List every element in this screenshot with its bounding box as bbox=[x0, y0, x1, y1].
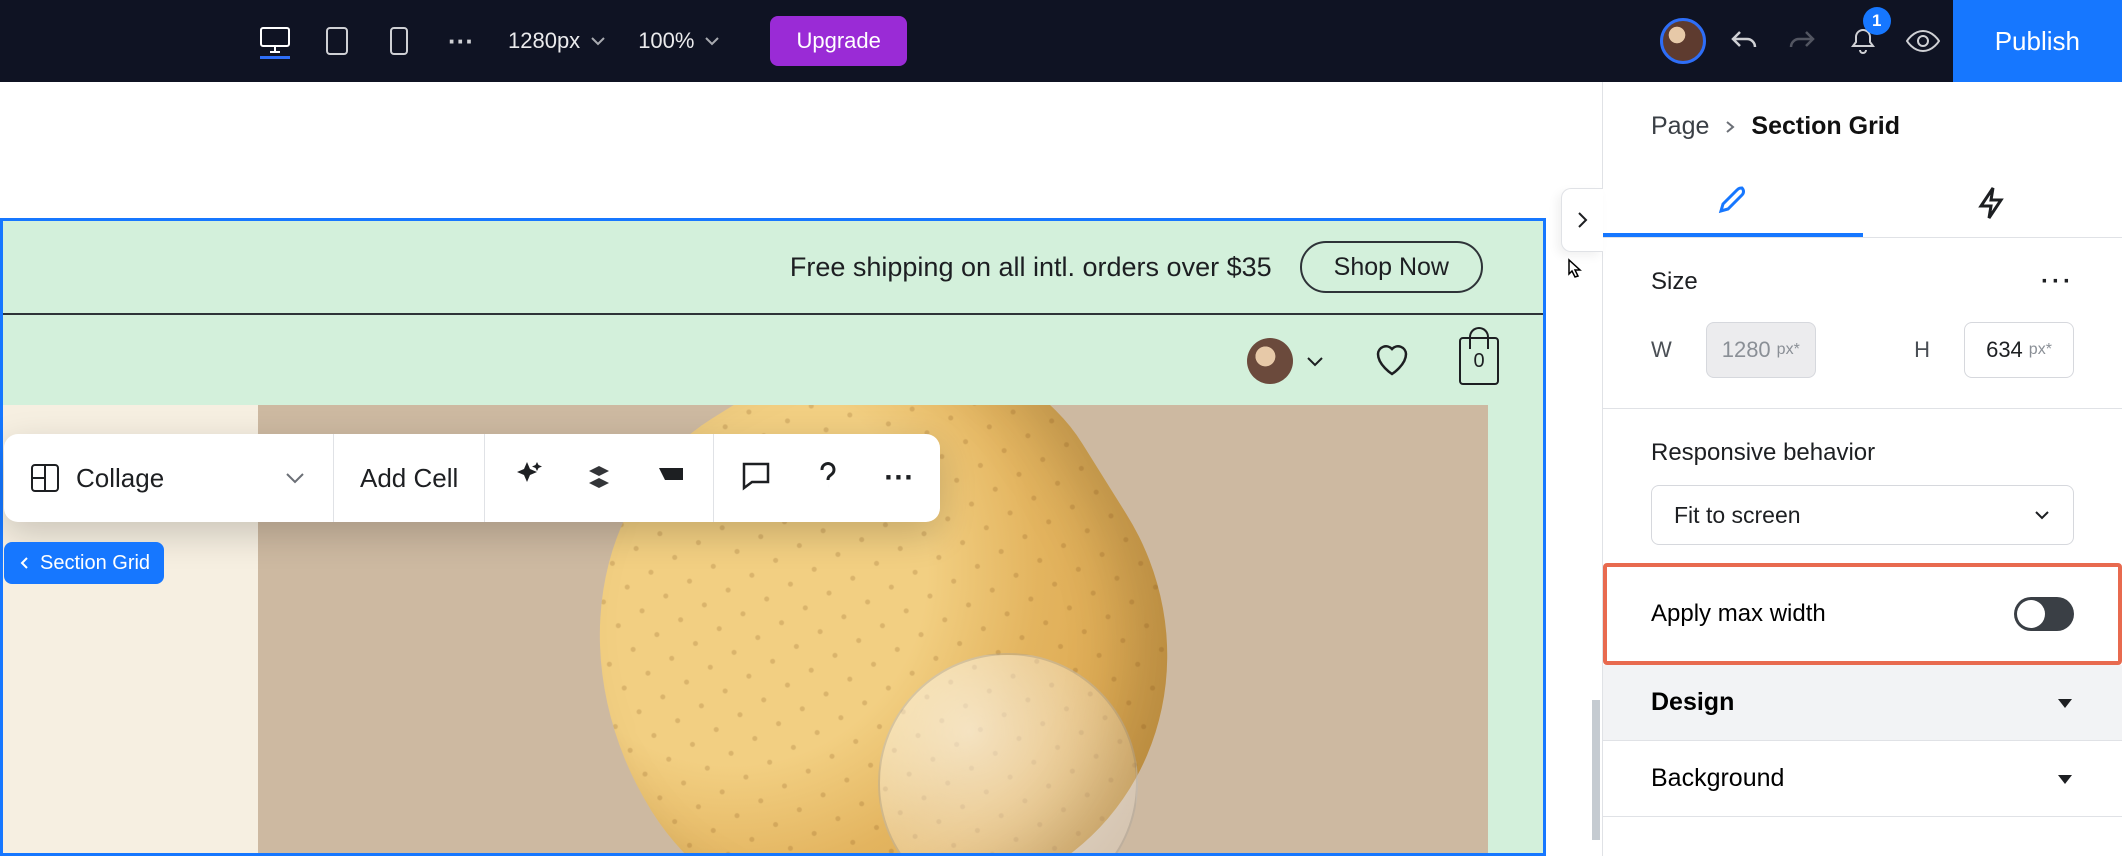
triangle-down-icon bbox=[2056, 694, 2074, 712]
chevron-down-icon bbox=[1305, 351, 1325, 371]
canvas-width-value: 1280px bbox=[508, 28, 580, 54]
layout-preset-label: Collage bbox=[76, 463, 164, 494]
cart-bag-icon[interactable]: 0 bbox=[1459, 337, 1499, 385]
editor-canvas[interactable]: Free shipping on all intl. orders over $… bbox=[0, 82, 1602, 856]
brush-icon bbox=[1716, 184, 1750, 218]
more-breakpoints-icon[interactable]: ··· bbox=[446, 26, 476, 56]
account-avatar[interactable] bbox=[1653, 11, 1713, 71]
upgrade-button[interactable]: Upgrade bbox=[770, 16, 906, 66]
more-actions-icon[interactable]: ··· bbox=[884, 461, 914, 495]
shop-now-button[interactable]: Shop Now bbox=[1300, 241, 1483, 293]
desktop-breakpoint-icon[interactable] bbox=[260, 29, 290, 59]
selected-section-frame[interactable]: Free shipping on all intl. orders over $… bbox=[0, 218, 1546, 856]
height-label: H bbox=[1914, 337, 1930, 363]
redo-icon[interactable] bbox=[1773, 11, 1833, 71]
apply-max-width-label: Apply max width bbox=[1651, 600, 1826, 628]
tablet-breakpoint-icon[interactable] bbox=[322, 26, 352, 56]
interactions-tab[interactable] bbox=[1863, 169, 2122, 237]
background-accordion[interactable]: Background bbox=[1603, 741, 2122, 817]
size-label: Size bbox=[1651, 268, 1698, 296]
responsive-section: Responsive behavior Fit to screen bbox=[1603, 409, 2122, 563]
apply-max-width-toggle[interactable] bbox=[2014, 597, 2074, 631]
grid-layout-icon bbox=[30, 463, 60, 493]
comment-icon[interactable] bbox=[740, 460, 772, 497]
apply-max-width-row: Apply max width bbox=[1603, 563, 2122, 665]
divider-line bbox=[3, 313, 1543, 315]
responsive-behavior-select[interactable]: Fit to screen bbox=[1651, 485, 2074, 545]
breadcrumb-current: Section Grid bbox=[1751, 112, 1900, 141]
zoom-value: 100% bbox=[638, 28, 694, 54]
help-icon[interactable] bbox=[812, 460, 844, 497]
design-accordion[interactable]: Design bbox=[1603, 665, 2122, 741]
height-input[interactable]: 634 px* bbox=[1964, 322, 2074, 378]
mobile-breakpoint-icon[interactable] bbox=[384, 26, 414, 56]
triangle-down-icon bbox=[2056, 770, 2074, 788]
inspector-panel: Page Section Grid Size ··· W 1280 px* H … bbox=[1602, 82, 2122, 856]
publish-button[interactable]: Publish bbox=[1953, 0, 2122, 82]
pointer-cursor-overlay bbox=[1559, 257, 1589, 287]
announcement-text: Free shipping on all intl. orders over $… bbox=[790, 252, 1272, 283]
chevron-left-icon bbox=[18, 556, 32, 570]
chevron-down-icon bbox=[283, 466, 307, 490]
stack-order-icon[interactable] bbox=[583, 460, 615, 497]
canvas-scrollbar[interactable] bbox=[1590, 700, 1600, 840]
breadcrumb-root[interactable]: Page bbox=[1651, 112, 1709, 141]
add-cell-button[interactable]: Add Cell bbox=[334, 434, 485, 522]
lightning-icon bbox=[1975, 186, 2009, 220]
chevron-right-icon bbox=[1723, 120, 1737, 134]
design-tab[interactable] bbox=[1603, 169, 1863, 237]
login-avatar-button[interactable] bbox=[1247, 338, 1325, 384]
responsive-label: Responsive behavior bbox=[1651, 439, 2074, 467]
stretch-icon[interactable] bbox=[655, 460, 687, 497]
wishlist-heart-icon[interactable] bbox=[1371, 338, 1413, 385]
size-section: Size ··· W 1280 px* H 634 px* bbox=[1603, 238, 2122, 409]
zoom-select[interactable]: 100% bbox=[638, 28, 720, 54]
section-breadcrumb-tag[interactable]: Section Grid bbox=[4, 542, 164, 584]
width-input[interactable]: 1280 px* bbox=[1706, 322, 1816, 378]
width-label: W bbox=[1651, 337, 1672, 363]
panel-tabs bbox=[1603, 169, 2122, 238]
preview-icon[interactable] bbox=[1893, 11, 1953, 71]
size-more-icon[interactable]: ··· bbox=[2041, 268, 2074, 296]
ai-sparkle-icon[interactable] bbox=[511, 460, 543, 497]
announcement-bar: Free shipping on all intl. orders over $… bbox=[3, 221, 1543, 313]
chevron-down-icon bbox=[2033, 506, 2051, 524]
cart-count: 0 bbox=[1473, 350, 1484, 373]
site-header-actions: 0 bbox=[1247, 319, 1499, 403]
undo-icon[interactable] bbox=[1713, 11, 1773, 71]
context-toolbar: Collage Add Cell ··· bbox=[4, 434, 940, 522]
top-toolbar: ··· 1280px 100% Upgrade 1 Publish bbox=[0, 0, 2122, 82]
collapse-panel-button[interactable] bbox=[1561, 188, 1603, 252]
layout-preset-select[interactable]: Collage bbox=[4, 434, 334, 522]
avatar-icon bbox=[1247, 338, 1293, 384]
notifications-count: 1 bbox=[1863, 7, 1891, 35]
canvas-width-select[interactable]: 1280px bbox=[508, 28, 606, 54]
notifications-icon[interactable]: 1 bbox=[1833, 11, 1893, 71]
panel-breadcrumb: Page Section Grid bbox=[1603, 82, 2122, 151]
